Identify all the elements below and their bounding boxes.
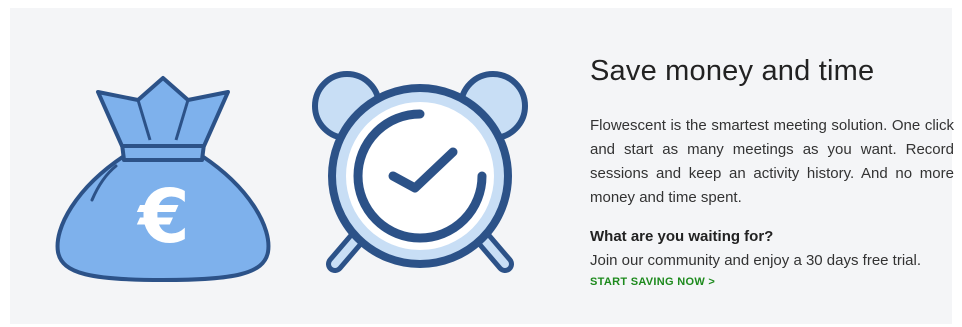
feature-panel: € Save money and time Flowescent is the … bbox=[10, 8, 954, 324]
feature-description: Flowescent is the smartest meeting solut… bbox=[590, 117, 954, 206]
alarm-clock-icon bbox=[312, 71, 528, 273]
feature-content: Save money and time Flowescent is the sm… bbox=[590, 54, 954, 290]
trial-pitch: Join our community and enjoy a 30 days f… bbox=[590, 252, 922, 269]
start-saving-link[interactable]: START SAVING NOW > bbox=[590, 276, 715, 288]
cta-question: What are you waiting for? bbox=[590, 228, 774, 245]
money-bag-euro-icon: € bbox=[55, 76, 271, 282]
feature-title: Save money and time bbox=[590, 55, 875, 87]
euro-glyph: € bbox=[136, 174, 190, 260]
